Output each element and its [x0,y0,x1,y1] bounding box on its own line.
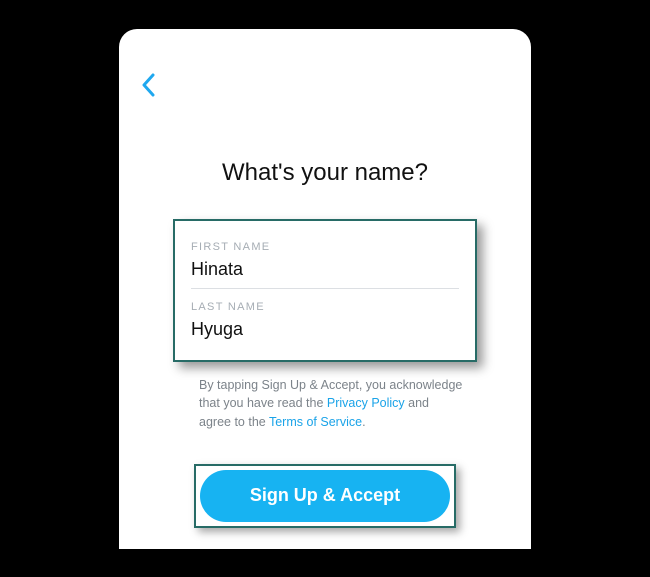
terms-of-service-link[interactable]: Terms of Service [269,415,362,429]
last-name-label: LAST NAME [191,301,459,313]
privacy-policy-link[interactable]: Privacy Policy [327,396,405,410]
field-divider [191,288,459,289]
page-title: What's your name? [139,159,511,187]
disclaimer-text: By tapping Sign Up & Accept, you acknowl… [199,376,463,432]
signup-accept-button[interactable]: Sign Up & Accept [200,470,450,522]
back-button[interactable] [141,73,155,97]
name-input-box: FIRST NAME LAST NAME [173,219,477,362]
signup-button-wrap: Sign Up & Accept [194,464,456,528]
signup-screen: What's your name? FIRST NAME LAST NAME B… [119,29,531,549]
first-name-input[interactable] [191,259,459,280]
chevron-left-icon [141,73,155,97]
first-name-label: FIRST NAME [191,241,459,253]
disclaimer-part3: . [362,415,365,429]
last-name-input[interactable] [191,319,459,340]
